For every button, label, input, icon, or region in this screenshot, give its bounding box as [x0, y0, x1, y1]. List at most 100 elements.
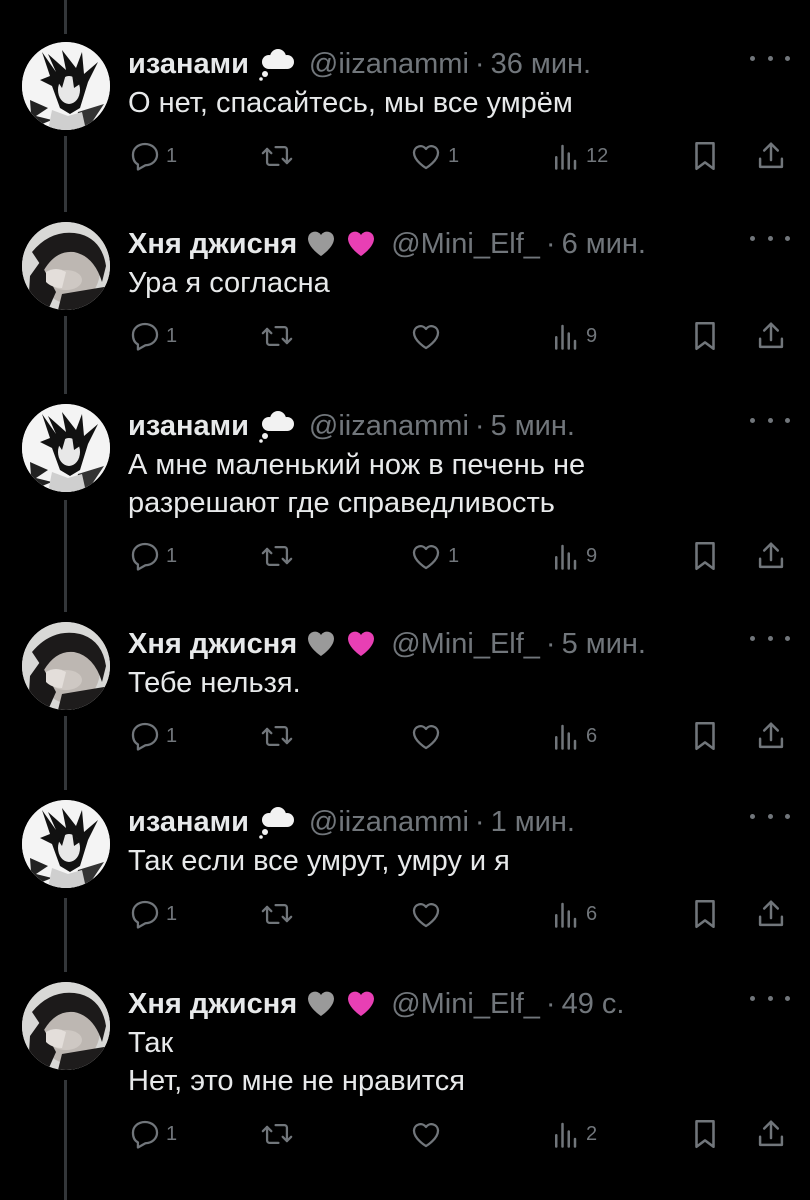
bookmark-button[interactable] — [690, 538, 720, 574]
like-count: 1 — [448, 544, 460, 567]
views-button[interactable]: 9 — [552, 318, 597, 354]
thread-connector-line — [64, 316, 67, 394]
retweet-icon — [260, 719, 294, 753]
avatar[interactable] — [22, 800, 110, 888]
views-button[interactable]: 6 — [552, 718, 597, 754]
timestamp[interactable]: 1 мин. — [491, 806, 575, 839]
retweet-button[interactable] — [260, 1116, 298, 1152]
like-button[interactable] — [408, 318, 448, 354]
heart-icon — [408, 539, 444, 573]
cloud-emoji-icon — [257, 409, 297, 443]
views-count: 6 — [586, 724, 598, 747]
views-button[interactable]: 6 — [552, 896, 597, 932]
avatar[interactable] — [22, 42, 110, 130]
reply-icon — [128, 319, 162, 353]
share-icon — [756, 539, 786, 573]
user-handle[interactable]: @iizanammi — [309, 410, 469, 443]
timestamp[interactable]: 5 мин. — [491, 410, 575, 443]
heart-icon — [408, 139, 444, 173]
display-name[interactable]: изанами — [128, 48, 249, 81]
user-handle[interactable]: @Mini_Elf_ — [391, 628, 540, 661]
more-options-icon[interactable] — [750, 806, 790, 826]
like-button[interactable] — [408, 718, 448, 754]
like-button[interactable] — [408, 896, 448, 932]
timestamp[interactable]: 49 с. — [562, 988, 625, 1021]
thread-connector-line — [64, 0, 67, 34]
avatar[interactable] — [22, 404, 110, 492]
retweet-button[interactable] — [260, 138, 298, 174]
tweet-text-line: Нет, это мне не нравится — [128, 1065, 465, 1097]
like-count: 1 — [448, 144, 460, 167]
bookmark-icon — [690, 719, 720, 753]
share-icon — [756, 1117, 786, 1151]
reply-icon — [128, 1117, 162, 1151]
share-button[interactable] — [756, 318, 786, 354]
retweet-button[interactable] — [260, 718, 298, 754]
retweet-button[interactable] — [260, 896, 298, 932]
more-options-icon[interactable] — [750, 410, 790, 430]
views-count: 6 — [586, 902, 598, 925]
user-handle[interactable]: @iizanammi — [309, 806, 469, 839]
share-button[interactable] — [756, 1116, 786, 1152]
retweet-button[interactable] — [260, 318, 298, 354]
display-name[interactable]: Хня джисня — [128, 988, 297, 1021]
user-handle[interactable]: @Mini_Elf_ — [391, 228, 540, 261]
avatar[interactable] — [22, 222, 110, 310]
tweet-text-line: А мне маленький нож в печень не — [128, 449, 586, 481]
display-name[interactable]: Хня джисня — [128, 228, 297, 261]
timestamp[interactable]: 5 мин. — [562, 628, 646, 661]
avatar[interactable] — [22, 622, 110, 710]
share-button[interactable] — [756, 718, 786, 754]
retweet-icon — [260, 139, 294, 173]
like-button[interactable] — [408, 1116, 448, 1152]
like-button[interactable]: 1 — [408, 538, 459, 574]
reply-button[interactable]: 1 — [128, 318, 177, 354]
bookmark-button[interactable] — [690, 138, 720, 174]
display-name[interactable]: изанами — [128, 410, 249, 443]
like-button[interactable]: 1 — [408, 138, 459, 174]
reply-button[interactable]: 1 — [128, 138, 177, 174]
user-handle[interactable]: @iizanammi — [309, 48, 469, 81]
tweet-text: Тебе нельзя. — [128, 664, 301, 702]
avatar[interactable] — [22, 982, 110, 1070]
display-name[interactable]: изанами — [128, 806, 249, 839]
reply-icon — [128, 139, 162, 173]
share-button[interactable] — [756, 538, 786, 574]
timestamp[interactable]: 6 мин. — [562, 228, 646, 261]
more-options-icon[interactable] — [750, 628, 790, 648]
share-icon — [756, 897, 786, 931]
reply-button[interactable]: 1 — [128, 896, 177, 932]
retweet-button[interactable] — [260, 538, 298, 574]
display-name[interactable]: Хня джисня — [128, 628, 297, 661]
bookmark-button[interactable] — [690, 1116, 720, 1152]
tweet-text: Ура я согласна — [128, 264, 330, 302]
views-count: 9 — [586, 544, 598, 567]
separator-dot: · — [474, 409, 485, 442]
reply-button[interactable]: 1 — [128, 1116, 177, 1152]
share-button[interactable] — [756, 896, 786, 932]
views-button[interactable]: 12 — [552, 138, 608, 174]
heart-icon — [408, 319, 444, 353]
views-button[interactable]: 9 — [552, 538, 597, 574]
more-options-icon[interactable] — [750, 228, 790, 248]
reply-count: 1 — [166, 324, 178, 347]
views-chart-icon — [552, 141, 578, 171]
reply-count: 1 — [166, 544, 178, 567]
user-handle[interactable]: @Mini_Elf_ — [391, 988, 540, 1021]
timestamp[interactable]: 36 мин. — [491, 48, 592, 81]
bookmark-button[interactable] — [690, 896, 720, 932]
share-icon — [756, 319, 786, 353]
reply-button[interactable]: 1 — [128, 718, 177, 754]
reply-button[interactable]: 1 — [128, 538, 177, 574]
reply-count: 1 — [166, 1122, 178, 1145]
share-button[interactable] — [756, 138, 786, 174]
tweet-text-line: Так если все умрут, умру и я — [128, 845, 510, 877]
views-button[interactable]: 2 — [552, 1116, 597, 1152]
more-options-icon[interactable] — [750, 988, 790, 1008]
separator-dot: · — [474, 805, 485, 838]
views-chart-icon — [552, 721, 578, 751]
more-options-icon[interactable] — [750, 48, 790, 68]
bookmark-button[interactable] — [690, 318, 720, 354]
tweet-header: Хня джисня @Mini_Elf_ · 49 с. — [128, 984, 624, 1024]
bookmark-button[interactable] — [690, 718, 720, 754]
